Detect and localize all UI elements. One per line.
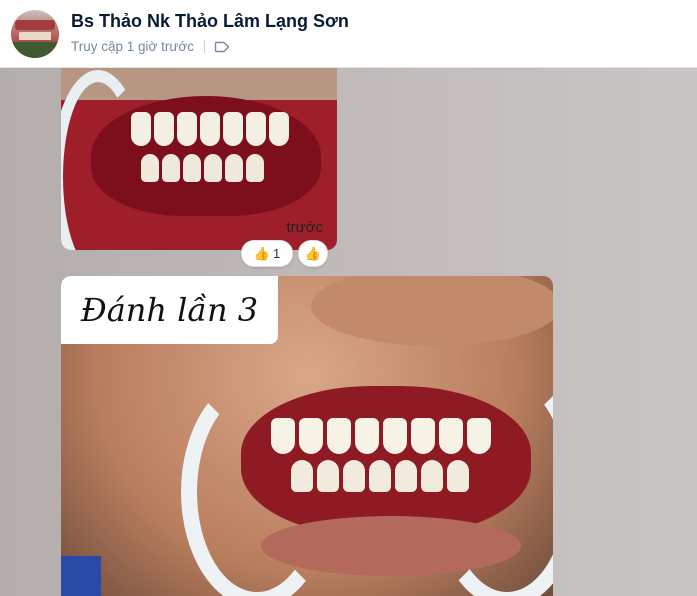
photo-message-after[interactable]: Đánh lần 3	[61, 276, 553, 596]
photo-message-before[interactable]: trước	[61, 68, 337, 250]
photo-overlay-label: Đánh lần 3	[61, 276, 278, 344]
reaction-count-value: 1	[272, 246, 281, 261]
thumbs-up-icon: 👍	[253, 245, 270, 261]
avatar[interactable]	[11, 10, 59, 58]
thumbs-up-icon: 👍	[304, 245, 322, 261]
contact-status-line: Truy cập 1 giờ trước	[71, 39, 230, 54]
overlay-text: Đánh lần 3	[80, 291, 259, 329]
tag-icon[interactable]	[214, 41, 230, 53]
divider	[204, 40, 206, 53]
add-reaction-button[interactable]: 👍	[298, 240, 328, 267]
photo-caption: trước	[286, 219, 323, 236]
message-list[interactable]: trước 👍 1 👍 Đánh lần 3	[0, 68, 697, 596]
contact-name[interactable]: Bs Thảo Nk Thảo Lâm Lạng Sơn	[71, 11, 349, 32]
last-seen-status: Truy cập 1 giờ trước	[71, 39, 195, 54]
chat-header: Bs Thảo Nk Thảo Lâm Lạng Sơn Truy cập 1 …	[0, 0, 697, 68]
reaction-count[interactable]: 👍 1	[241, 240, 293, 267]
reaction-bar: 👍 1 👍	[241, 240, 328, 267]
